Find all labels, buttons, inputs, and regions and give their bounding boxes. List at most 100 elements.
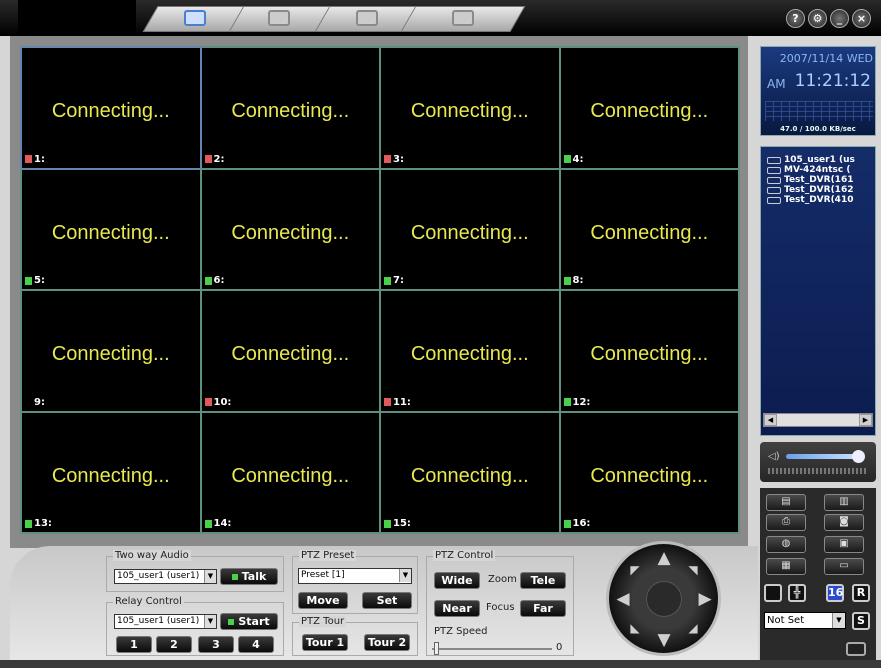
clock-date: 2007/11/14 WED xyxy=(779,52,873,65)
dvr-info-button[interactable]: ▭ xyxy=(824,558,864,575)
device-list-scrollbar[interactable]: ◀ ▶ xyxy=(763,413,873,427)
camera-tile[interactable]: Connecting... 7: xyxy=(381,169,559,289)
device-list-item[interactable]: MV-424ntsc ( xyxy=(761,165,875,175)
chevron-down-icon[interactable]: ▼ xyxy=(204,615,216,628)
camera-tile[interactable]: Connecting... 4: xyxy=(560,48,738,168)
near-button[interactable]: Near xyxy=(434,600,480,617)
wide-button[interactable]: Wide xyxy=(434,572,480,589)
layout-r-button[interactable]: R xyxy=(852,584,870,602)
camera-tile[interactable]: Connecting... 13: xyxy=(22,412,200,532)
camera-number: 8: xyxy=(572,275,584,286)
camera-tile[interactable]: Connecting... 11: xyxy=(381,291,559,411)
camera-tile[interactable]: Connecting... 12: xyxy=(560,291,738,411)
camera-tile[interactable]: Connecting... 5: xyxy=(22,169,200,289)
minimize-button[interactable]: _ xyxy=(830,9,849,28)
camera-label: 13: xyxy=(25,518,52,529)
recording-indicator xyxy=(384,519,391,528)
ptz-up-left-icon[interactable]: ◤ xyxy=(626,561,644,579)
camera-tile[interactable]: Connecting... 15: xyxy=(381,412,559,532)
camera-tile[interactable]: Connecting... 10: xyxy=(201,291,379,411)
settings-button[interactable]: ⚙ xyxy=(808,9,827,28)
camera-tile[interactable]: Connecting... 2: xyxy=(201,48,379,168)
ptz-down-left-icon[interactable]: ◣ xyxy=(626,619,644,637)
ptz-speed-slider[interactable] xyxy=(432,642,552,655)
relay-device-select[interactable]: 105_user1 (user1) ▼ xyxy=(114,614,217,629)
ptz-tour-title: PTZ Tour xyxy=(299,616,347,627)
print-button[interactable]: ⎙ xyxy=(766,514,806,531)
start-button[interactable]: Start xyxy=(220,613,278,630)
relay-button-3[interactable]: 3 xyxy=(198,636,234,653)
relay-button-4[interactable]: 4 xyxy=(238,636,274,653)
ptz-up-right-icon[interactable]: ◥ xyxy=(684,561,702,579)
chevron-down-icon[interactable]: ▼ xyxy=(204,570,216,583)
s-button[interactable]: S xyxy=(852,612,870,630)
layout-16-button[interactable]: 16 xyxy=(826,584,844,602)
camera-tile[interactable]: Connecting... 1: xyxy=(21,47,201,169)
dvr-icon xyxy=(767,166,781,174)
close-button[interactable]: × xyxy=(852,9,871,28)
book-icon-button[interactable]: ▥ xyxy=(824,494,864,511)
audio-device-select[interactable]: 105_user1 (user1) ▼ xyxy=(114,569,217,584)
camera-tile[interactable]: Connecting... 9: xyxy=(22,291,200,411)
far-button[interactable]: Far xyxy=(520,600,566,617)
ptz-speed-handle[interactable] xyxy=(434,642,439,655)
recording-indicator xyxy=(563,155,571,163)
camera-label: 2: xyxy=(204,154,224,165)
ptz-center-button[interactable] xyxy=(646,581,682,617)
search-log-button[interactable]: ▦ xyxy=(766,558,806,575)
camera-status: Connecting... xyxy=(51,464,170,487)
camera-tile[interactable]: Connecting... 6: xyxy=(201,169,379,289)
camera-tile[interactable]: Connecting... 8: xyxy=(560,169,738,289)
camera-label: 1: xyxy=(25,154,45,165)
recording-indicator xyxy=(384,276,391,285)
dvr-client-window: ? ⚙ _ × Connecting... 1: Connecting... 2: Co… xyxy=(0,0,881,668)
camera-tile[interactable]: Connecting... 14: xyxy=(201,412,379,532)
layout-quad-button[interactable]: ╬ xyxy=(788,584,806,602)
ptz-up-icon[interactable]: ▲ xyxy=(655,549,673,567)
camera-status: Connecting... xyxy=(590,343,709,365)
snapshot-button[interactable]: ◙ xyxy=(824,514,864,531)
camera-status: Connecting... xyxy=(231,464,350,487)
set-button[interactable]: Set xyxy=(362,592,412,609)
ptz-down-icon[interactable]: ▼ xyxy=(655,631,673,649)
device-list[interactable]: 105_user1 (us MV-424ntsc (Test_DVR(161 Tes… xyxy=(760,146,876,436)
move-button[interactable]: Move xyxy=(298,592,348,609)
volume-slider-handle[interactable] xyxy=(852,450,865,463)
palette-button[interactable]: ◍ xyxy=(766,536,806,553)
camera-label: 8: xyxy=(563,275,584,286)
help-button[interactable]: ? xyxy=(786,9,805,28)
save-button[interactable]: ▣ xyxy=(824,536,864,553)
camera-grid: Connecting... 1: Connecting... 2: Connecting… xyxy=(20,46,740,534)
camera-tile[interactable]: Connecting... 3: xyxy=(381,48,559,168)
device-list-item[interactable]: 105_user1 (us xyxy=(761,155,875,165)
camera-number: 9: xyxy=(34,396,45,408)
event-log-button[interactable]: ▤ xyxy=(766,494,806,511)
camera-status: Connecting... xyxy=(51,343,170,365)
relay-button-2[interactable]: 2 xyxy=(156,636,192,653)
volume-slider[interactable] xyxy=(786,454,858,459)
recording-indicator xyxy=(563,519,571,528)
ptz-left-icon[interactable]: ◀ xyxy=(614,590,632,608)
ptz-right-icon[interactable]: ▶ xyxy=(696,590,714,608)
tour-2-button[interactable]: Tour 2 xyxy=(364,634,410,651)
device-list-item[interactable]: Test_DVR(161 xyxy=(761,175,875,185)
tour-1-button[interactable]: Tour 1 xyxy=(302,634,348,651)
chevron-down-icon[interactable]: ▼ xyxy=(399,569,411,582)
scroll-right-icon[interactable]: ▶ xyxy=(859,414,872,426)
layout-single-button[interactable] xyxy=(764,584,782,602)
ptz-down-right-icon[interactable]: ◢ xyxy=(684,619,702,637)
camera-number: 1: xyxy=(34,153,45,165)
camera-tile[interactable]: Connecting... 16: xyxy=(560,412,738,532)
tele-button[interactable]: Tele xyxy=(520,572,566,589)
preset-select[interactable]: Preset [1] ▼ xyxy=(298,568,412,584)
device-list-item[interactable]: Test_DVR(162 xyxy=(761,185,875,195)
chevron-down-icon[interactable]: ▼ xyxy=(832,613,845,628)
resize-icon[interactable] xyxy=(846,642,866,656)
talk-button[interactable]: Talk xyxy=(220,568,278,585)
camera-number: 12: xyxy=(572,396,591,408)
scroll-left-icon[interactable]: ◀ xyxy=(764,414,777,426)
relay-button-1[interactable]: 1 xyxy=(116,636,152,653)
device-list-item[interactable]: Test_DVR(410 xyxy=(761,195,875,205)
layout-select[interactable]: Not Set ▼ xyxy=(764,612,846,629)
ptz-speed-track xyxy=(432,648,552,650)
